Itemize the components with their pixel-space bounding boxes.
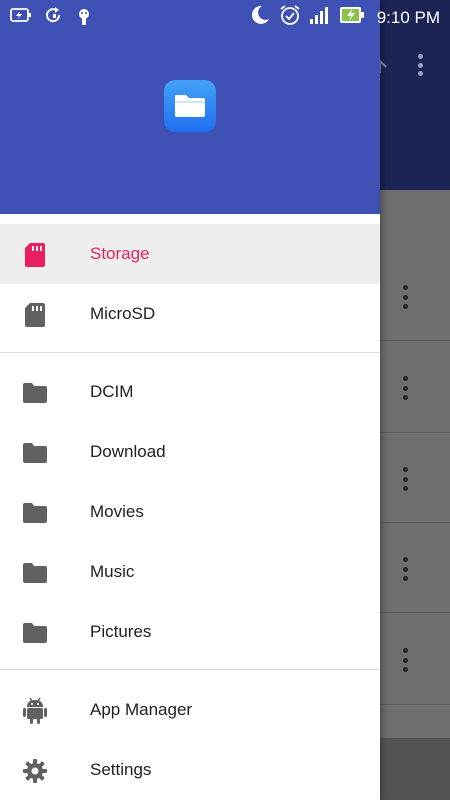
do-not-disturb-moon-icon: [249, 4, 271, 31]
folder-icon: [22, 380, 48, 406]
drawer-item-label: App Manager: [90, 700, 193, 719]
row-overflow-menu-icon[interactable]: [398, 467, 412, 491]
signal-icon: [309, 5, 331, 30]
android-debug-icon: [76, 6, 92, 31]
folder-icon: [22, 500, 48, 526]
folder-icon: [22, 440, 48, 466]
drawer-item-dcim[interactable]: DCIM: [0, 362, 380, 422]
drawer-item-app-manager[interactable]: App Manager: [0, 680, 380, 740]
app-logo-folder-icon: [164, 80, 216, 132]
battery-charging-icon: [339, 5, 365, 30]
drawer-divider: [0, 352, 380, 353]
battery-saver-icon: [10, 6, 32, 31]
row-divider: [380, 432, 450, 433]
row-divider: [380, 340, 450, 341]
drawer-divider: [0, 669, 380, 670]
drawer-item-label: MicroSD: [90, 304, 156, 323]
drawer-item-settings[interactable]: Settings: [0, 740, 380, 800]
drawer-item-label: DCIM: [90, 382, 134, 401]
row-overflow-menu-icon[interactable]: [398, 648, 412, 672]
alarm-icon: [279, 4, 301, 31]
sd-card-icon: [22, 242, 48, 268]
sync-icon: [44, 6, 64, 31]
gear-icon: [22, 758, 48, 784]
row-divider: [380, 522, 450, 523]
row-divider: [380, 612, 450, 613]
status-bar: 9:10 PM: [0, 0, 450, 32]
drawer-item-pictures[interactable]: Pictures: [0, 602, 380, 662]
drawer-item-label: Pictures: [90, 622, 152, 641]
row-overflow-menu-icon[interactable]: [398, 557, 412, 581]
status-time: 9:10 PM: [376, 7, 440, 27]
android-icon: [22, 697, 48, 724]
drawer-item-storage[interactable]: Storage: [0, 224, 380, 284]
toolbar-overflow-menu-icon[interactable]: [413, 54, 427, 76]
drawer-header: [0, 0, 380, 214]
drawer-item-music[interactable]: Music: [0, 542, 380, 602]
drawer-item-label: Music: [90, 562, 135, 581]
drawer-item-movies[interactable]: Movies: [0, 482, 380, 542]
drawer-item-label: Settings: [90, 760, 152, 779]
drawer-item-label: Movies: [90, 502, 144, 521]
folder-icon: [22, 620, 48, 646]
drawer-item-label: Download: [90, 442, 166, 461]
sd-card-icon: [22, 302, 48, 328]
row-overflow-menu-icon[interactable]: [398, 376, 412, 400]
row-overflow-menu-icon[interactable]: [398, 285, 412, 309]
drawer-item-label: Storage: [90, 244, 150, 263]
drawer-item-download[interactable]: Download: [0, 422, 380, 482]
folder-icon: [22, 560, 48, 586]
row-divider: [380, 704, 450, 705]
drawer-item-microsd[interactable]: MicroSD: [0, 284, 380, 344]
navigation-drawer: Storage MicroSD DCIM Download Movies Mus…: [0, 0, 380, 800]
